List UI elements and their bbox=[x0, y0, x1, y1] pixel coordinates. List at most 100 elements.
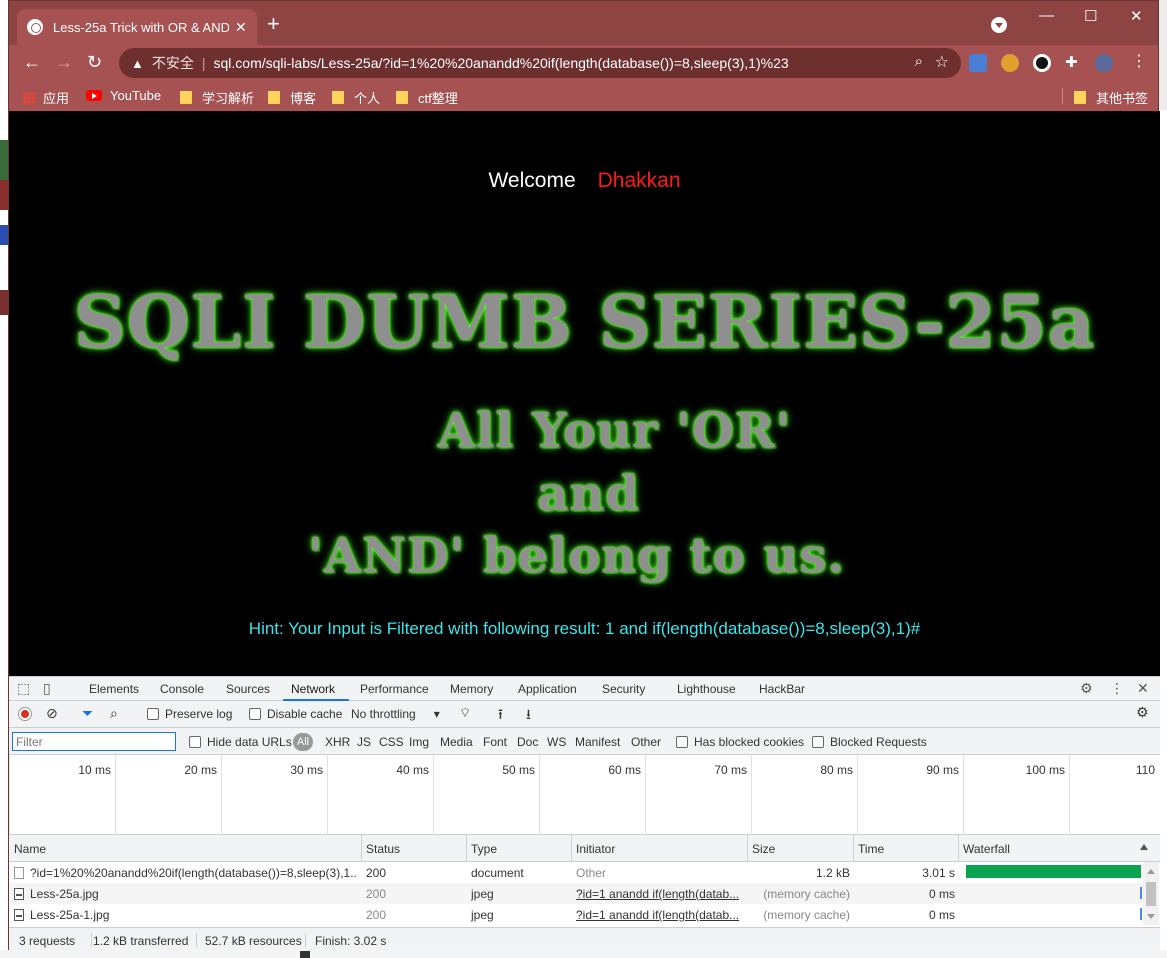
column-type[interactable]: Type bbox=[471, 842, 497, 856]
tab-application[interactable]: Application bbox=[518, 682, 577, 696]
extension-icon[interactable] bbox=[1033, 54, 1051, 72]
disable-cache-checkbox[interactable]: Disable cache bbox=[249, 707, 342, 721]
column-time[interactable]: Time bbox=[858, 842, 884, 856]
bookmark-folder[interactable]: 个人 bbox=[332, 88, 380, 107]
maximize-button[interactable]: ☐ bbox=[1084, 7, 1097, 25]
timeline-tick: 60 ms bbox=[539, 755, 645, 835]
new-tab-button[interactable]: + bbox=[267, 13, 280, 35]
clear-icon[interactable]: ⊘ bbox=[46, 705, 58, 722]
bookmark-apps[interactable]: 应用 bbox=[23, 88, 69, 107]
column-size[interactable]: Size bbox=[752, 842, 775, 856]
filter-type-img[interactable]: Img bbox=[409, 735, 429, 749]
forward-arrow-icon[interactable]: → bbox=[55, 52, 73, 73]
browser-tab[interactable]: Less-25a Trick with OR & AND ✕ bbox=[17, 9, 257, 45]
filter-type-font[interactable]: Font bbox=[483, 735, 507, 749]
has-blocked-cookies-checkbox[interactable]: Has blocked cookies bbox=[676, 735, 804, 749]
image-file-icon bbox=[14, 909, 24, 921]
tab-search-icon[interactable] bbox=[991, 17, 1007, 33]
bookmark-star-icon[interactable]: ☆ bbox=[935, 52, 949, 72]
address-bar[interactable]: ▲ 不安全 | sql.com/sqli-labs/Less-25a/?id=1… bbox=[119, 48, 961, 78]
column-name[interactable]: Name bbox=[14, 842, 46, 856]
scroll-up-icon[interactable] bbox=[1147, 869, 1155, 874]
devtools-panel: ⬚ ▯ Elements Console Sources Network Per… bbox=[9, 676, 1160, 951]
bookmark-folder[interactable]: ctf整理 bbox=[396, 88, 458, 107]
filter-input[interactable] bbox=[12, 732, 176, 751]
network-toolbar: ⊘ ⏷ ⌕ Preserve log Disable cache No thro… bbox=[9, 701, 1160, 728]
table-scrollbar[interactable] bbox=[1143, 862, 1159, 925]
inspect-element-icon[interactable]: ⬚ bbox=[17, 680, 30, 697]
filter-all-button[interactable]: All bbox=[293, 733, 313, 751]
avatar[interactable] bbox=[1095, 54, 1113, 72]
tab-console[interactable]: Console bbox=[160, 682, 204, 696]
minimize-button[interactable]: — bbox=[1039, 7, 1054, 24]
import-har-icon[interactable]: ⭱ bbox=[498, 704, 503, 728]
bookmark-folder[interactable]: 博客 bbox=[268, 88, 316, 107]
checkbox-icon bbox=[147, 708, 159, 720]
hide-data-urls-checkbox[interactable]: Hide data URLs bbox=[189, 735, 292, 749]
tab-close-button[interactable]: ✕ bbox=[235, 19, 247, 36]
table-row[interactable]: Less-25a-1.jpg 200 jpeg ?id=1 anandd if(… bbox=[9, 904, 1143, 925]
filter-type-media[interactable]: Media bbox=[440, 735, 473, 749]
status-divider bbox=[91, 933, 92, 947]
filter-funnel-icon[interactable]: ⏷ bbox=[82, 705, 93, 722]
zoom-icon[interactable]: ⌕ bbox=[915, 53, 923, 70]
tab-network[interactable]: Network bbox=[291, 682, 335, 696]
table-row[interactable]: ?id=1%20%20anandd%20if(length(database()… bbox=[9, 862, 1143, 883]
settings-gear-icon[interactable]: ⚙ bbox=[1080, 680, 1093, 697]
translate-extension-icon[interactable] bbox=[969, 54, 987, 72]
tab-sources[interactable]: Sources bbox=[226, 682, 270, 696]
column-status[interactable]: Status bbox=[366, 842, 400, 856]
menu-icon[interactable]: ⋮ bbox=[1131, 51, 1149, 70]
preserve-log-checkbox[interactable]: Preserve log bbox=[147, 707, 232, 721]
network-overview-timeline[interactable]: 10 ms 20 ms 30 ms 40 ms 50 ms 60 ms 70 m… bbox=[9, 755, 1160, 835]
filter-type-js[interactable]: JS bbox=[357, 735, 371, 749]
youtube-icon bbox=[86, 90, 102, 101]
timeline-tick: 110 bbox=[1069, 755, 1159, 835]
bookmark-youtube[interactable]: YouTube bbox=[86, 88, 161, 103]
finish-time: Finish: 3.02 s bbox=[315, 934, 387, 948]
request-initiator-link[interactable]: ?id=1 anandd if(length(datab... bbox=[576, 908, 744, 922]
tab-elements[interactable]: Elements bbox=[89, 682, 139, 696]
request-name-text: ?id=1%20%20anandd%20if(length(database()… bbox=[30, 866, 358, 880]
banner-line-3: 'AND' belong to us. bbox=[308, 528, 845, 584]
tab-memory[interactable]: Memory bbox=[450, 682, 493, 696]
device-toolbar-icon[interactable]: ▯ bbox=[43, 680, 51, 697]
table-row[interactable]: Less-25a.jpg 200 jpeg ?id=1 anandd if(le… bbox=[9, 883, 1143, 904]
close-devtools-icon[interactable]: ✕ bbox=[1137, 680, 1149, 697]
tab-security[interactable]: Security bbox=[602, 682, 645, 696]
column-waterfall[interactable]: Waterfall bbox=[963, 842, 1010, 856]
sort-ascending-icon[interactable] bbox=[1140, 844, 1148, 850]
bookmark-other[interactable]: 其他书签 bbox=[1074, 88, 1148, 107]
close-window-button[interactable]: ✕ bbox=[1130, 7, 1143, 25]
network-conditions-icon[interactable]: ⌔ bbox=[459, 705, 471, 721]
request-initiator-link[interactable]: ?id=1 anandd if(length(datab... bbox=[576, 887, 744, 901]
puzzle-icon[interactable]: ✚ bbox=[1065, 53, 1083, 71]
filter-type-manifest[interactable]: Manifest bbox=[575, 735, 620, 749]
filter-type-ws[interactable]: WS bbox=[547, 735, 566, 749]
url-text[interactable]: sql.com/sqli-labs/Less-25a/?id=1%20%20an… bbox=[214, 55, 789, 71]
filter-type-xhr[interactable]: XHR bbox=[325, 735, 350, 749]
network-status-bar: 3 requests 1.2 kB transferred 52.7 kB re… bbox=[9, 927, 1160, 951]
filter-type-css[interactable]: CSS bbox=[379, 735, 404, 749]
tab-lighthouse[interactable]: Lighthouse bbox=[677, 682, 736, 696]
scrollbar-thumb[interactable] bbox=[1146, 882, 1156, 906]
blocked-requests-checkbox[interactable]: Blocked Requests bbox=[812, 735, 927, 749]
filter-type-doc[interactable]: Doc bbox=[517, 735, 538, 749]
column-initiator[interactable]: Initiator bbox=[576, 842, 615, 856]
record-icon[interactable] bbox=[18, 707, 32, 721]
more-options-icon[interactable]: ⋮ bbox=[1110, 680, 1124, 697]
back-arrow-icon[interactable]: ← bbox=[23, 52, 41, 73]
scroll-down-icon[interactable] bbox=[1147, 914, 1155, 919]
throttling-select[interactable]: No throttling ▾ bbox=[351, 707, 440, 721]
bookmark-folder[interactable]: 学习解析 bbox=[180, 88, 254, 107]
tick-label: 80 ms bbox=[820, 763, 853, 777]
tab-performance[interactable]: Performance bbox=[360, 682, 429, 696]
search-icon[interactable]: ⌕ bbox=[110, 705, 118, 722]
export-har-icon[interactable]: ⭳ bbox=[526, 704, 531, 728]
filter-type-other[interactable]: Other bbox=[631, 735, 661, 749]
extension-icon[interactable] bbox=[1001, 54, 1019, 72]
hint-text: Hint: Your Input is Filtered with follow… bbox=[248, 619, 921, 638]
network-settings-gear-icon[interactable]: ⚙ bbox=[1136, 704, 1149, 721]
reload-icon[interactable]: ↻ bbox=[87, 52, 102, 73]
tab-hackbar[interactable]: HackBar bbox=[759, 682, 805, 696]
